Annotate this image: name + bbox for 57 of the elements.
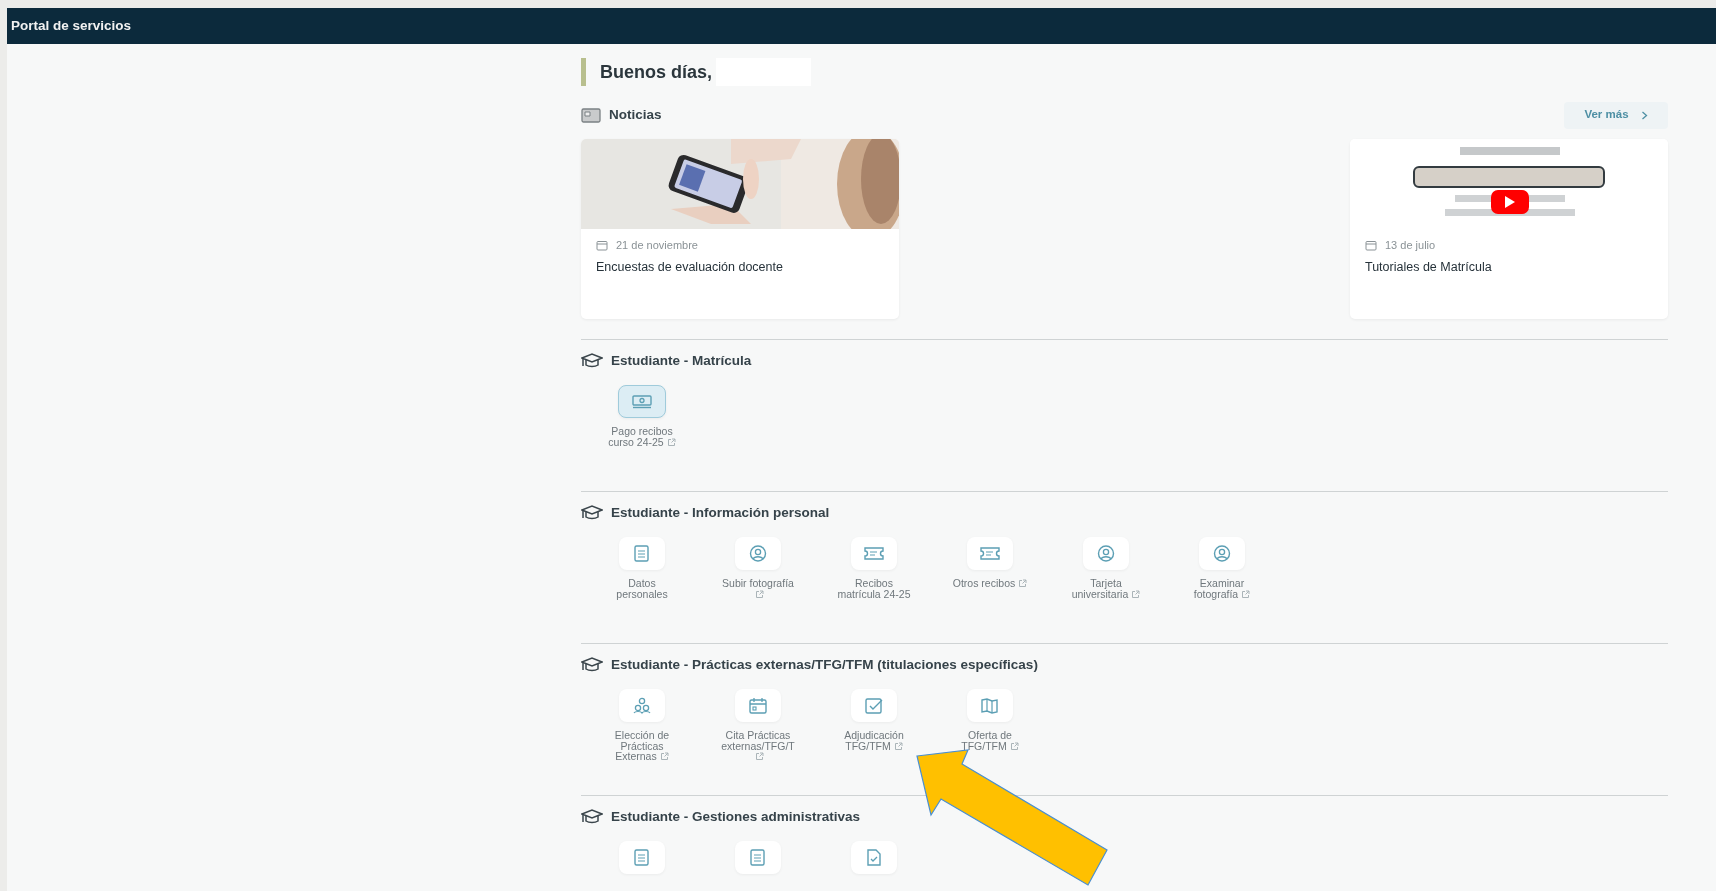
user-circle-icon [1095, 544, 1117, 563]
service-tile[interactable] [1199, 537, 1245, 570]
user-circle-icon [1211, 544, 1233, 563]
news-date: 13 de julio [1385, 238, 1436, 253]
section-heading: Estudiante - Gestiones administrativas [611, 807, 861, 826]
service-link[interactable]: Otros recibos [952, 578, 1028, 589]
service-link[interactable]: Elección de Prácticas Externas [614, 730, 670, 762]
checkbox-icon [863, 696, 885, 715]
service-link[interactable]: Examinar fotografía [1193, 578, 1251, 599]
service-tile[interactable] [851, 689, 897, 722]
news-card[interactable]: 13 de julio Tutoriales de Matrícula [1350, 139, 1668, 319]
graduation-cap-icon [581, 505, 603, 521]
service-tile[interactable] [619, 841, 665, 874]
section-heading: Estudiante - Información personal [611, 503, 830, 522]
service-tile[interactable] [851, 537, 897, 570]
graduation-cap-icon [581, 657, 603, 673]
portal-title: Portal de servicios [11, 16, 132, 35]
news-title: Encuestas de evaluación docente [596, 258, 784, 276]
news-heading: Noticias [609, 105, 662, 124]
service-tile[interactable] [967, 689, 1013, 722]
see-more-button[interactable]: Ver más [1564, 101, 1668, 129]
newspaper-icon [581, 107, 601, 123]
banknote-icon [631, 392, 653, 411]
news-card[interactable]: 21 de noviembre Encuestas de evaluación docente [581, 139, 899, 319]
graduation-cap-icon [581, 353, 603, 369]
greeting-text: Buenos días, [600, 61, 713, 84]
service-link[interactable]: Pago recibos curso 24-25 [608, 426, 676, 447]
service-link[interactable]: Oferta de TFG/TFM [961, 730, 1019, 751]
people-icon [631, 696, 653, 715]
service-tile[interactable] [735, 537, 781, 570]
service-tile[interactable] [618, 385, 666, 418]
graduation-cap-icon [581, 809, 603, 825]
service-tile[interactable] [851, 841, 897, 874]
section-heading: Estudiante - Matrícula [611, 351, 752, 370]
calendar-icon [1365, 239, 1377, 251]
service-link[interactable]: Tarjeta universitaria [1071, 578, 1141, 599]
service-link[interactable]: Datos personales [616, 578, 668, 599]
map-icon [979, 696, 1001, 715]
service-tile[interactable] [735, 841, 781, 874]
chevron-right-icon [1640, 110, 1648, 120]
service-link[interactable]: Adjudicación TFG/TFM [844, 730, 904, 751]
service-link[interactable]: Recibos matrícula 24-25 [837, 578, 911, 599]
user-circle-icon [747, 544, 769, 563]
ticket-icon [863, 544, 885, 563]
ticket-icon [979, 544, 1001, 563]
section-heading: Estudiante - Prácticas externas/TFG/TFM (titulaciones específicas) [611, 655, 1038, 674]
service-link[interactable]: Cita Prácticas externas/TFG/T [721, 730, 795, 762]
service-link[interactable]: Subir fotografía [722, 578, 794, 599]
calendar-icon [747, 696, 769, 715]
service-tile[interactable] [619, 537, 665, 570]
service-tile[interactable] [619, 689, 665, 722]
service-tile[interactable] [967, 537, 1013, 570]
news-title: Tutoriales de Matrícula [1365, 258, 1493, 276]
news-date: 21 de noviembre [616, 238, 698, 253]
service-tile[interactable] [735, 689, 781, 722]
service-tile[interactable] [1083, 537, 1129, 570]
calendar-icon [596, 239, 608, 251]
